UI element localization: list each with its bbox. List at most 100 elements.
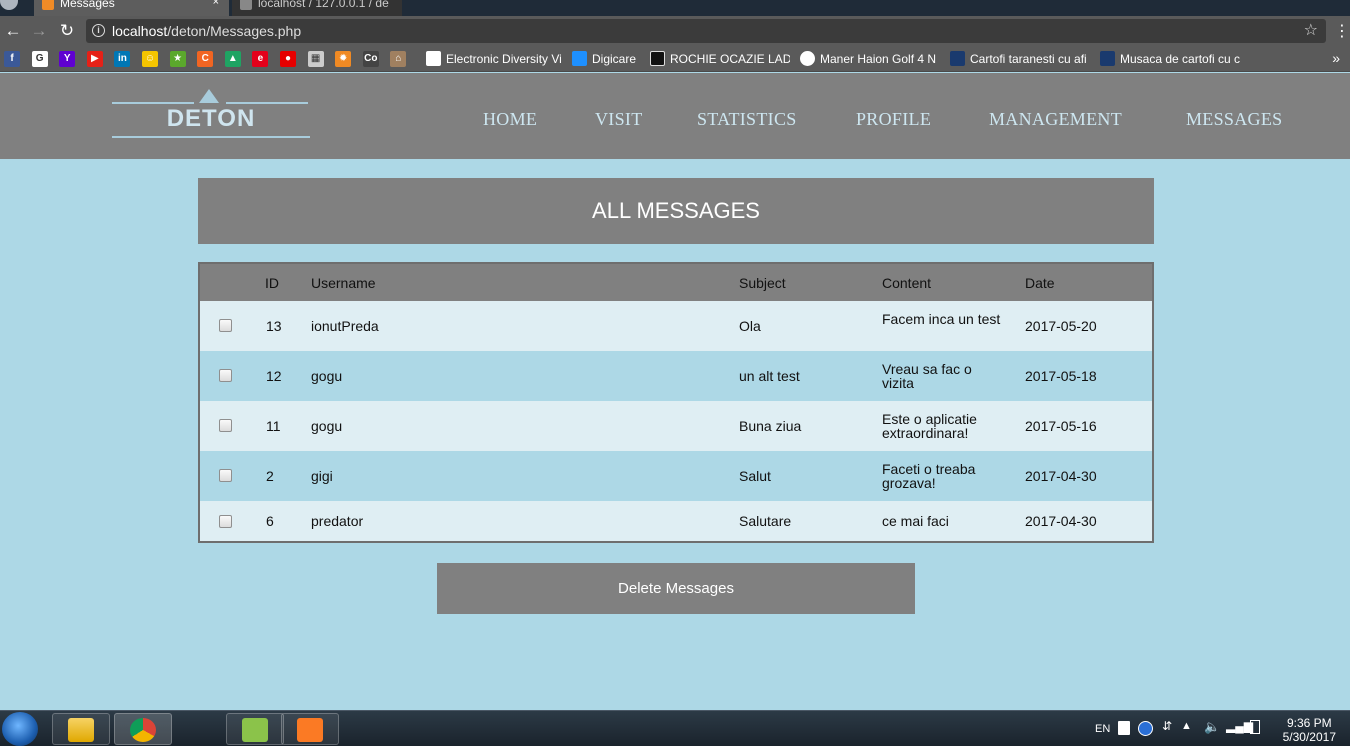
column-header-username: Username — [311, 275, 376, 291]
youtube-bookmark-icon[interactable]: ▶ — [86, 51, 103, 67]
bookmark-cartofi-taranesti[interactable]: Cartofi taranesti cu afi — [950, 50, 1090, 68]
row-select-checkbox[interactable] — [219, 319, 232, 332]
bookmark-maner-haion[interactable]: Maner Haion Golf 4 N — [800, 50, 940, 68]
action-center-icon[interactable] — [1250, 720, 1260, 734]
co-bookmark-icon[interactable]: Co — [362, 51, 379, 67]
smiley-bookmark-icon[interactable]: ☺ — [142, 51, 158, 67]
vodafone-bookmark-icon[interactable]: ● — [280, 51, 296, 67]
notepad-icon — [242, 718, 268, 742]
delete-messages-button[interactable]: Delete Messages — [437, 563, 915, 614]
nav-visit[interactable]: VISIT — [595, 109, 643, 130]
table-row: 2 gigi Salut Faceti o treaba grozava! 20… — [200, 451, 1152, 501]
taskbar-chrome[interactable] — [114, 713, 172, 745]
c-circle-bookmark-icon[interactable]: C — [197, 51, 214, 67]
cell-username: ionutPreda — [311, 318, 379, 334]
pdf-tray-icon[interactable] — [1118, 721, 1130, 735]
nav-statistics[interactable]: STATISTICS — [697, 109, 797, 130]
phpmyadmin-favicon-icon — [240, 0, 252, 10]
back-arrow-icon[interactable]: ← — [2, 20, 24, 42]
bookmarks-overflow-icon[interactable]: » — [1332, 50, 1340, 66]
cell-username: gigi — [311, 468, 333, 484]
language-indicator[interactable]: EN — [1095, 723, 1110, 735]
row-select-checkbox[interactable] — [219, 469, 232, 482]
url-host: localhost — [112, 23, 168, 39]
bookmark-digicare[interactable]: Digicare — [572, 50, 644, 68]
mountain-icon — [199, 89, 219, 103]
cell-content: Vreau sa fac o vizita — [882, 361, 972, 391]
cell-subject: Ola — [739, 318, 761, 334]
signal-icon[interactable]: ▂▄▆ — [1226, 719, 1253, 733]
bookmark-label: Electronic Diversity Vi — [446, 52, 562, 66]
cell-content: Este o aplicatie extraordinara! — [882, 411, 977, 441]
linkedin-bookmark-icon[interactable]: in — [114, 51, 131, 67]
nav-profile[interactable]: PROFILE — [856, 109, 931, 130]
cell-id: 6 — [266, 513, 274, 529]
nav-home[interactable]: HOME — [483, 109, 537, 130]
cell-date: 2017-04-30 — [1025, 468, 1097, 484]
tab-close-icon[interactable]: × — [213, 0, 219, 8]
tab-messages[interactable]: Messages × — [34, 0, 229, 16]
xampp-favicon-icon — [42, 0, 54, 10]
help-tray-icon[interactable] — [1138, 721, 1153, 736]
table-header: ID Username Subject Content Date — [200, 264, 1152, 301]
profile-icon[interactable] — [0, 0, 18, 10]
bookmark-rochie-ocazie[interactable]: ROCHIE OCAZIE LADY — [650, 50, 790, 68]
cell-content: Faceti o treaba grozava! — [882, 461, 976, 491]
folder-icon — [68, 718, 94, 742]
nav-messages[interactable]: MESSAGES — [1186, 109, 1282, 130]
system-clock[interactable]: 9:36 PM 5/30/2017 — [1283, 716, 1336, 744]
info-icon[interactable]: i — [92, 24, 105, 37]
tab-phpmyadmin[interactable]: localhost / 127.0.0.1 / de — [232, 0, 402, 16]
bookmark-star-icon[interactable]: ☆ — [1304, 19, 1318, 43]
address-bar[interactable]: i localhost/deton/Messages.php ☆ — [86, 19, 1326, 43]
table-row: 6 predator Salutare ce mai faci 2017-04-… — [200, 501, 1152, 541]
volume-icon[interactable]: 🔈 — [1204, 719, 1220, 735]
sun-bookmark-icon[interactable]: ✹ — [335, 51, 352, 67]
cell-content: Facem inca un test — [882, 311, 1001, 327]
bookmark-musaca-de-cartofi[interactable]: Musaca de cartofi cu c — [1100, 50, 1240, 68]
house-bookmark-icon[interactable]: ⌂ — [390, 51, 407, 67]
row-select-checkbox[interactable] — [219, 419, 232, 432]
xampp-icon — [297, 718, 323, 742]
cell-date: 2017-05-20 — [1025, 318, 1097, 334]
e-red-bookmark-icon[interactable]: e — [252, 51, 269, 67]
nav-management[interactable]: MANAGEMENT — [989, 109, 1122, 130]
star-bookmark-icon[interactable]: ★ — [169, 51, 186, 67]
column-header-id: ID — [265, 275, 279, 291]
cell-id: 12 — [266, 368, 282, 384]
tab-label: Messages — [60, 0, 115, 10]
row-select-checkbox[interactable] — [219, 369, 232, 382]
bookmark-label: Digicare — [592, 52, 637, 66]
site-header: DETON HOME VISIT STATISTICS PROFILE MANA… — [0, 73, 1350, 159]
digicare-icon — [572, 51, 587, 66]
reload-icon[interactable]: ↻ — [56, 20, 78, 42]
start-button-icon[interactable] — [2, 712, 38, 746]
taskbar-xampp[interactable] — [281, 713, 339, 745]
column-header-content: Content — [882, 275, 932, 291]
cell-username: predator — [311, 513, 364, 529]
messages-table: ID Username Subject Content Date 13 ionu… — [198, 262, 1154, 543]
facebook-bookmark-icon[interactable]: f — [4, 51, 20, 67]
cell-date: 2017-05-16 — [1025, 418, 1097, 434]
bookmark-electronic-diversity[interactable]: Electronic Diversity Vi — [426, 50, 566, 68]
cell-date: 2017-05-18 — [1025, 368, 1097, 384]
document-bookmark-icon[interactable]: ▦ — [307, 51, 324, 67]
cell-id: 2 — [266, 468, 274, 484]
yahoo-bookmark-icon[interactable]: Y — [59, 51, 76, 67]
show-hidden-icons-icon[interactable]: ▲ — [1181, 720, 1192, 732]
network-arrows-icon[interactable]: ⇵ — [1162, 719, 1172, 733]
forward-arrow-icon[interactable]: → — [28, 20, 50, 42]
logo-line — [226, 102, 308, 104]
drive-bookmark-icon[interactable]: ▲ — [224, 51, 241, 67]
windows-taskbar: EN ⇵ ▲ 🔈 ▂▄▆ 9:36 PM 5/30/2017 — [0, 710, 1350, 746]
cell-subject: un alt test — [739, 368, 800, 384]
browser-tabstrip: Messages × localhost / 127.0.0.1 / de — [0, 0, 1350, 16]
google-bookmark-icon[interactable]: G — [31, 51, 48, 67]
cell-subject: Buna ziua — [739, 418, 802, 434]
row-select-checkbox[interactable] — [219, 515, 232, 528]
bookmark-label: ROCHIE OCAZIE LADY — [670, 52, 790, 66]
taskbar-explorer[interactable] — [52, 713, 110, 745]
taskbar-notepadpp[interactable] — [226, 713, 284, 745]
browser-menu-icon[interactable]: ⋮ — [1334, 21, 1350, 41]
deton-logo[interactable]: DETON — [112, 87, 310, 143]
